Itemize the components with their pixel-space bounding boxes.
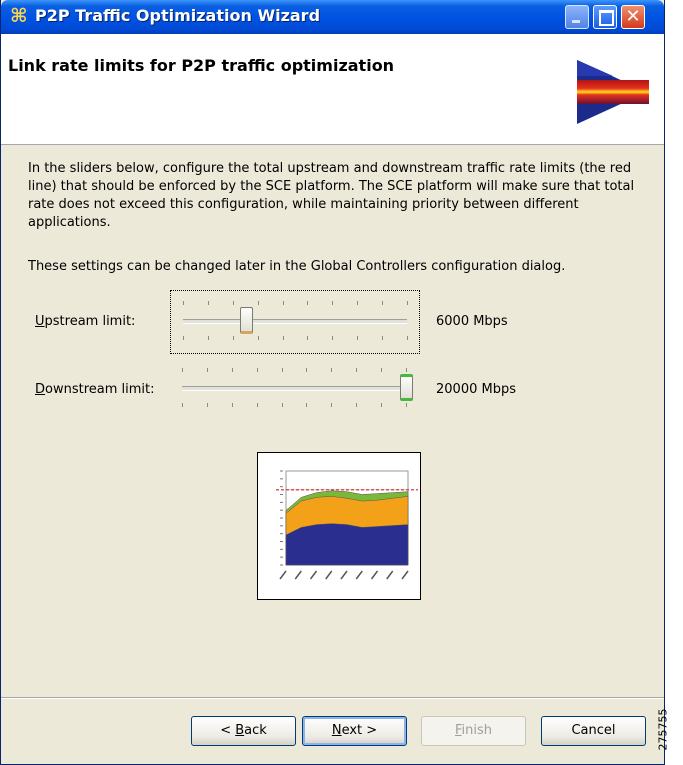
slider-tick bbox=[257, 301, 259, 305]
settings-note: These settings can be changed later in t… bbox=[28, 259, 566, 274]
slider-tick bbox=[206, 403, 208, 407]
slider-tick bbox=[332, 301, 334, 305]
slider-tick bbox=[232, 301, 234, 305]
downstream-slider-thumb[interactable] bbox=[400, 374, 413, 401]
slider-tick bbox=[331, 368, 333, 372]
x-tick-mark bbox=[401, 570, 409, 580]
slider-tick bbox=[332, 336, 334, 340]
description-text: In the sliders below, configure the tota… bbox=[28, 161, 635, 230]
window-title: P2P Traffic Optimization Wizard bbox=[35, 6, 321, 25]
slider-tick bbox=[207, 301, 209, 305]
slider-tick bbox=[256, 403, 258, 407]
slider-tick bbox=[406, 403, 407, 407]
wizard-window: ⌘ P2P Traffic Optimization Wizard ✕ Link… bbox=[0, 0, 665, 765]
upstream-limit-value: 6000 Mbps bbox=[436, 314, 508, 329]
slider-tick bbox=[232, 336, 234, 340]
slider-tick bbox=[281, 403, 283, 407]
x-tick-mark bbox=[325, 570, 333, 580]
page-title: Link rate limits for P2P traffic optimiz… bbox=[8, 56, 395, 75]
slider-tick bbox=[207, 336, 209, 340]
downstream-limit-value: 20000 Mbps bbox=[436, 382, 516, 397]
traffic-chart-preview bbox=[257, 452, 421, 600]
slider-tick bbox=[406, 368, 407, 372]
x-tick-mark bbox=[294, 570, 302, 580]
slider-tick bbox=[356, 403, 358, 407]
slider-tick bbox=[407, 336, 408, 340]
finish-button[interactable]: Finish bbox=[421, 716, 526, 746]
downstream-limit-label: Downstream limit: bbox=[35, 382, 155, 397]
close-icon[interactable]: ✕ bbox=[621, 5, 645, 29]
slider-tick bbox=[331, 403, 333, 407]
slider-tick bbox=[307, 301, 309, 305]
slider-tick bbox=[257, 336, 259, 340]
title-bar[interactable]: ⌘ P2P Traffic Optimization Wizard ✕ bbox=[1, 0, 664, 34]
x-tick-mark bbox=[386, 570, 394, 580]
next-button[interactable]: Next > bbox=[302, 716, 407, 746]
slider-tick bbox=[381, 368, 383, 372]
figure-id: 275755 bbox=[656, 708, 670, 751]
slider-tick bbox=[183, 301, 184, 305]
slider-tick bbox=[281, 368, 283, 372]
slider-tick bbox=[306, 368, 308, 372]
maximize-icon[interactable] bbox=[593, 5, 617, 29]
x-tick-mark bbox=[370, 570, 379, 580]
wizard-arrow-icon bbox=[577, 60, 649, 124]
slider-tick bbox=[206, 368, 208, 372]
slider-tick bbox=[182, 368, 183, 372]
x-tick-mark bbox=[309, 570, 318, 580]
x-tick-mark bbox=[340, 570, 348, 580]
slider-tick bbox=[231, 368, 233, 372]
upstream-slider-thumb[interactable] bbox=[239, 307, 253, 334]
traffic-chart bbox=[276, 470, 418, 580]
wizard-header: Link rate limits for P2P traffic optimiz… bbox=[1, 34, 664, 145]
slider-tick bbox=[357, 336, 359, 340]
slider-tick bbox=[407, 301, 408, 305]
slider-tick bbox=[356, 368, 358, 372]
cancel-button[interactable]: Cancel bbox=[541, 716, 646, 746]
back-button[interactable]: < Back bbox=[191, 716, 296, 746]
slider-tick bbox=[256, 368, 258, 372]
slider-tick bbox=[307, 336, 309, 340]
slider-tick bbox=[183, 336, 184, 340]
slider-tick bbox=[382, 336, 384, 340]
upstream-limit-label: Upstream limit: bbox=[35, 314, 136, 329]
slider-tick bbox=[382, 301, 384, 305]
slider-tick bbox=[381, 403, 383, 407]
slider-tick bbox=[306, 403, 308, 407]
minimize-icon[interactable] bbox=[565, 5, 589, 29]
upstream-slider[interactable] bbox=[170, 290, 420, 354]
slider-tick bbox=[182, 403, 183, 407]
x-tick-mark bbox=[279, 570, 287, 580]
slider-tick bbox=[282, 336, 284, 340]
slider-tick bbox=[357, 301, 359, 305]
x-tick-mark bbox=[355, 570, 363, 580]
slider-tick bbox=[231, 403, 233, 407]
button-divider bbox=[1, 697, 664, 699]
area-series-0 bbox=[285, 523, 409, 566]
slider-tick bbox=[282, 301, 284, 305]
app-icon: ⌘ bbox=[10, 5, 28, 27]
downstream-slider[interactable] bbox=[170, 358, 418, 420]
